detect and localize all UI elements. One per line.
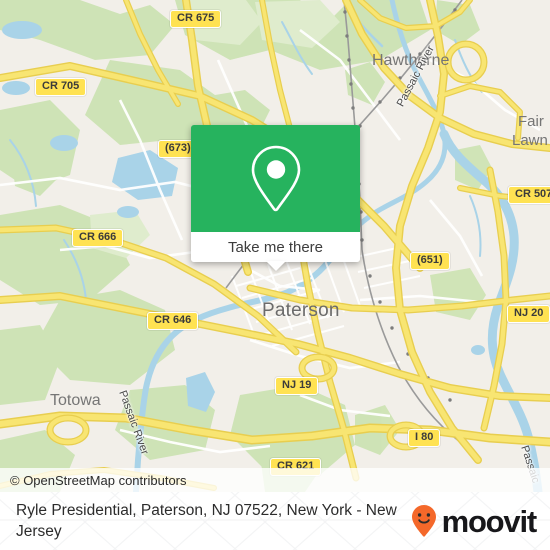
- road-shield-nj20: NJ 20: [507, 305, 550, 323]
- osm-attribution-text: © OpenStreetMap contributors: [10, 472, 187, 488]
- osm-attribution: © OpenStreetMap contributors: [0, 468, 550, 492]
- map-pin-icon: [251, 145, 300, 211]
- popup-tail: [265, 261, 286, 271]
- moovit-smiley-pin-icon: [411, 505, 436, 537]
- road-shield-cr675: CR 675: [170, 10, 222, 28]
- road-shield-cr507: CR 507: [508, 186, 550, 204]
- moovit-logo: moovit: [411, 503, 538, 539]
- take-me-there-popup[interactable]: Take me there: [191, 125, 360, 271]
- map-share-card: Hawthorne Fair Lawn Paterson Totowa CR 6…: [0, 0, 550, 550]
- popup-cta-label: Take me there: [227, 238, 324, 256]
- road-shield-cr646: CR 646: [147, 312, 199, 330]
- moovit-wordmark: moovit: [441, 503, 538, 539]
- road-shield-651: (651): [410, 252, 450, 270]
- road-shield-nj19: NJ 19: [275, 377, 319, 395]
- road-shield-cr666: CR 666: [72, 229, 124, 247]
- road-shield-cr705: CR 705: [35, 78, 87, 96]
- road-shield-i80: I 80: [408, 429, 441, 447]
- address-text: Ryle Presidential, Paterson, NJ 07522, N…: [16, 502, 397, 540]
- popup-cta[interactable]: Take me there: [191, 232, 360, 271]
- footer-bar: Ryle Presidential, Paterson, NJ 07522, N…: [0, 492, 550, 550]
- popup-icon-area: [191, 125, 360, 232]
